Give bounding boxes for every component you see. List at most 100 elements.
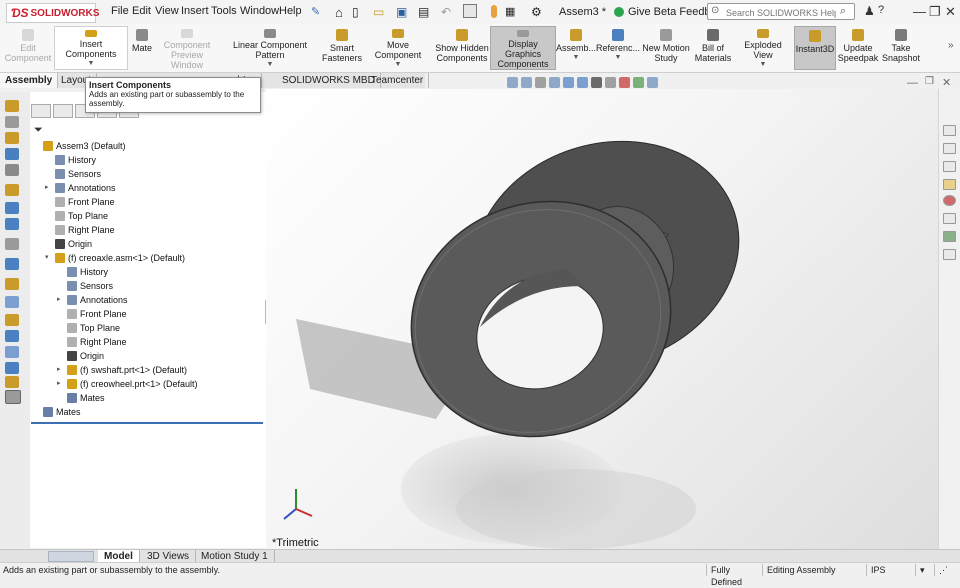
- zoom-to-fit-icon[interactable]: [507, 76, 518, 88]
- 3d-experience-icon[interactable]: [943, 249, 956, 260]
- rectangle-icon[interactable]: [5, 164, 19, 176]
- tree-item[interactable]: History: [33, 153, 261, 167]
- menu-window[interactable]: Window: [240, 5, 279, 17]
- tree-item[interactable]: Top Plane: [33, 321, 261, 335]
- dynamic-annotation-icon[interactable]: [563, 76, 574, 88]
- more-commands-icon[interactable]: »: [948, 40, 954, 51]
- viewport-minimize-icon[interactable]: —: [907, 77, 918, 89]
- evaluate-icon[interactable]: [5, 148, 19, 160]
- measure-icon[interactable]: [5, 330, 19, 342]
- appearance-icon[interactable]: [5, 376, 19, 388]
- new-motion-study-button[interactable]: New Motion Study: [642, 26, 690, 70]
- custom-properties-icon[interactable]: [943, 213, 956, 224]
- mate-button[interactable]: Mate: [130, 26, 154, 70]
- tree-item[interactable]: Mates: [33, 391, 261, 405]
- file-explorer-icon[interactable]: [943, 161, 956, 172]
- display-style-icon[interactable]: [591, 76, 602, 88]
- pattern-icon[interactable]: [5, 218, 19, 230]
- tree-item[interactable]: ▸ (f) swshaft.prt<1> (Default): [33, 363, 261, 377]
- tree-item[interactable]: Origin: [33, 349, 261, 363]
- design-library-icon[interactable]: [943, 143, 956, 154]
- previous-view-icon[interactable]: [535, 76, 546, 88]
- viewport-close-icon[interactable]: ✕: [942, 76, 951, 89]
- solidworks-forum-icon[interactable]: [943, 231, 956, 242]
- menu-file[interactable]: File: [111, 5, 129, 17]
- tree-item[interactable]: Sensors: [33, 279, 261, 293]
- tree-item[interactable]: Sensors: [33, 167, 261, 181]
- apply-scene-icon[interactable]: [633, 76, 644, 88]
- chevron-right-icon[interactable]: ▸: [57, 377, 65, 391]
- menu-tools[interactable]: Tools: [211, 5, 237, 17]
- open-folder-icon[interactable]: ▭: [373, 5, 387, 19]
- undo-icon[interactable]: ↶: [441, 5, 455, 19]
- section-properties-icon[interactable]: [5, 362, 19, 374]
- tree-item[interactable]: ▸ Annotations: [33, 181, 261, 195]
- tool-icon[interactable]: [5, 314, 19, 326]
- solidworks-resources-icon[interactable]: [943, 125, 956, 136]
- edit-component-button[interactable]: Edit Component: [4, 26, 52, 70]
- tree-item[interactable]: Mates: [33, 405, 261, 419]
- select-icon[interactable]: [5, 390, 21, 404]
- search-input[interactable]: [724, 5, 838, 20]
- chevron-down-icon[interactable]: ▼: [573, 53, 580, 63]
- tree-item[interactable]: Right Plane: [33, 223, 261, 237]
- linear-pattern-button[interactable]: Linear Component Pattern ▼: [220, 26, 320, 70]
- bill-of-materials-button[interactable]: Bill of Materials: [692, 26, 734, 70]
- chevron-right-icon[interactable]: ▸: [57, 363, 65, 377]
- interference-icon[interactable]: [5, 296, 19, 308]
- search-box[interactable]: ⊙ ⌕: [707, 3, 855, 20]
- menu-view[interactable]: View: [155, 5, 179, 17]
- component-preview-button[interactable]: Component Preview Window: [156, 26, 218, 70]
- appearances-icon[interactable]: [943, 195, 956, 206]
- menu-edit[interactable]: Edit: [132, 5, 151, 17]
- chevron-down-icon[interactable]: ▼: [88, 59, 95, 69]
- pin-icon[interactable]: ✎: [311, 5, 325, 19]
- tree-item[interactable]: ▸ Annotations: [33, 293, 261, 307]
- hide-show-items-icon[interactable]: [605, 76, 616, 88]
- close-icon[interactable]: ✕: [945, 4, 956, 20]
- menu-insert[interactable]: Insert: [181, 5, 209, 17]
- section-view-icon[interactable]: [549, 76, 560, 88]
- display-graphics-button[interactable]: Display Graphics Components: [490, 26, 556, 70]
- filter-icon[interactable]: ⏷: [34, 124, 43, 137]
- chevron-down-icon[interactable]: ▼: [760, 60, 767, 70]
- edit-appearance-icon[interactable]: [619, 76, 630, 88]
- take-snapshot-button[interactable]: Take Snapshot: [880, 26, 922, 70]
- view-orientation-icon[interactable]: [577, 76, 588, 88]
- fasteners-icon[interactable]: [5, 184, 19, 196]
- chevron-down-icon[interactable]: ▼: [395, 60, 402, 70]
- exploded-view-button[interactable]: Exploded View ▼: [735, 26, 791, 70]
- solidworks-logo[interactable]: ƊS SOLIDWORKS: [6, 3, 99, 23]
- reference-geometry-button[interactable]: Referenc... ▼: [596, 26, 640, 70]
- select-arrow-icon[interactable]: [463, 4, 477, 18]
- options-gear-icon[interactable]: ⚙: [531, 5, 545, 19]
- menu-help[interactable]: Help: [279, 5, 302, 17]
- chevron-down-icon[interactable]: ▼: [615, 53, 622, 63]
- restore-icon[interactable]: ❐: [929, 4, 941, 20]
- explode-icon[interactable]: [5, 258, 19, 270]
- chevron-down-icon[interactable]: ▼: [267, 60, 274, 70]
- paper-clip-icon[interactable]: [5, 116, 19, 128]
- tree-item[interactable]: Top Plane: [33, 209, 261, 223]
- instant3d-button[interactable]: Instant3D: [794, 26, 836, 70]
- smart-fasteners-button[interactable]: Smart Fasteners: [322, 26, 362, 70]
- chevron-down-icon[interactable]: ▾: [45, 251, 53, 265]
- new-document-icon[interactable]: ▯: [352, 5, 366, 19]
- print-icon[interactable]: ▤: [418, 5, 432, 19]
- move-icon[interactable]: [5, 238, 19, 250]
- tree-item[interactable]: ▾ (f) creoaxle.asm<1> (Default): [33, 251, 261, 265]
- move-component-button[interactable]: Move Component ▼: [363, 26, 433, 70]
- search-icon[interactable]: ⌕: [840, 5, 846, 18]
- status-options-icon[interactable]: ▾: [915, 564, 934, 576]
- tree-item[interactable]: Front Plane: [33, 195, 261, 209]
- model-viewport[interactable]: [266, 89, 938, 549]
- tree-item[interactable]: Front Plane: [33, 307, 261, 321]
- save-icon[interactable]: ▣: [396, 5, 410, 19]
- mirror-icon[interactable]: [5, 202, 19, 214]
- file-properties-icon[interactable]: ▦: [505, 5, 519, 19]
- rebuild-icon[interactable]: [491, 5, 497, 18]
- tree-item[interactable]: History: [33, 265, 261, 279]
- minimize-icon[interactable]: —: [913, 4, 926, 19]
- user-icon[interactable]: ♟: [864, 4, 875, 18]
- tree-item[interactable]: ▸ (f) creowheel.prt<1> (Default): [33, 377, 261, 391]
